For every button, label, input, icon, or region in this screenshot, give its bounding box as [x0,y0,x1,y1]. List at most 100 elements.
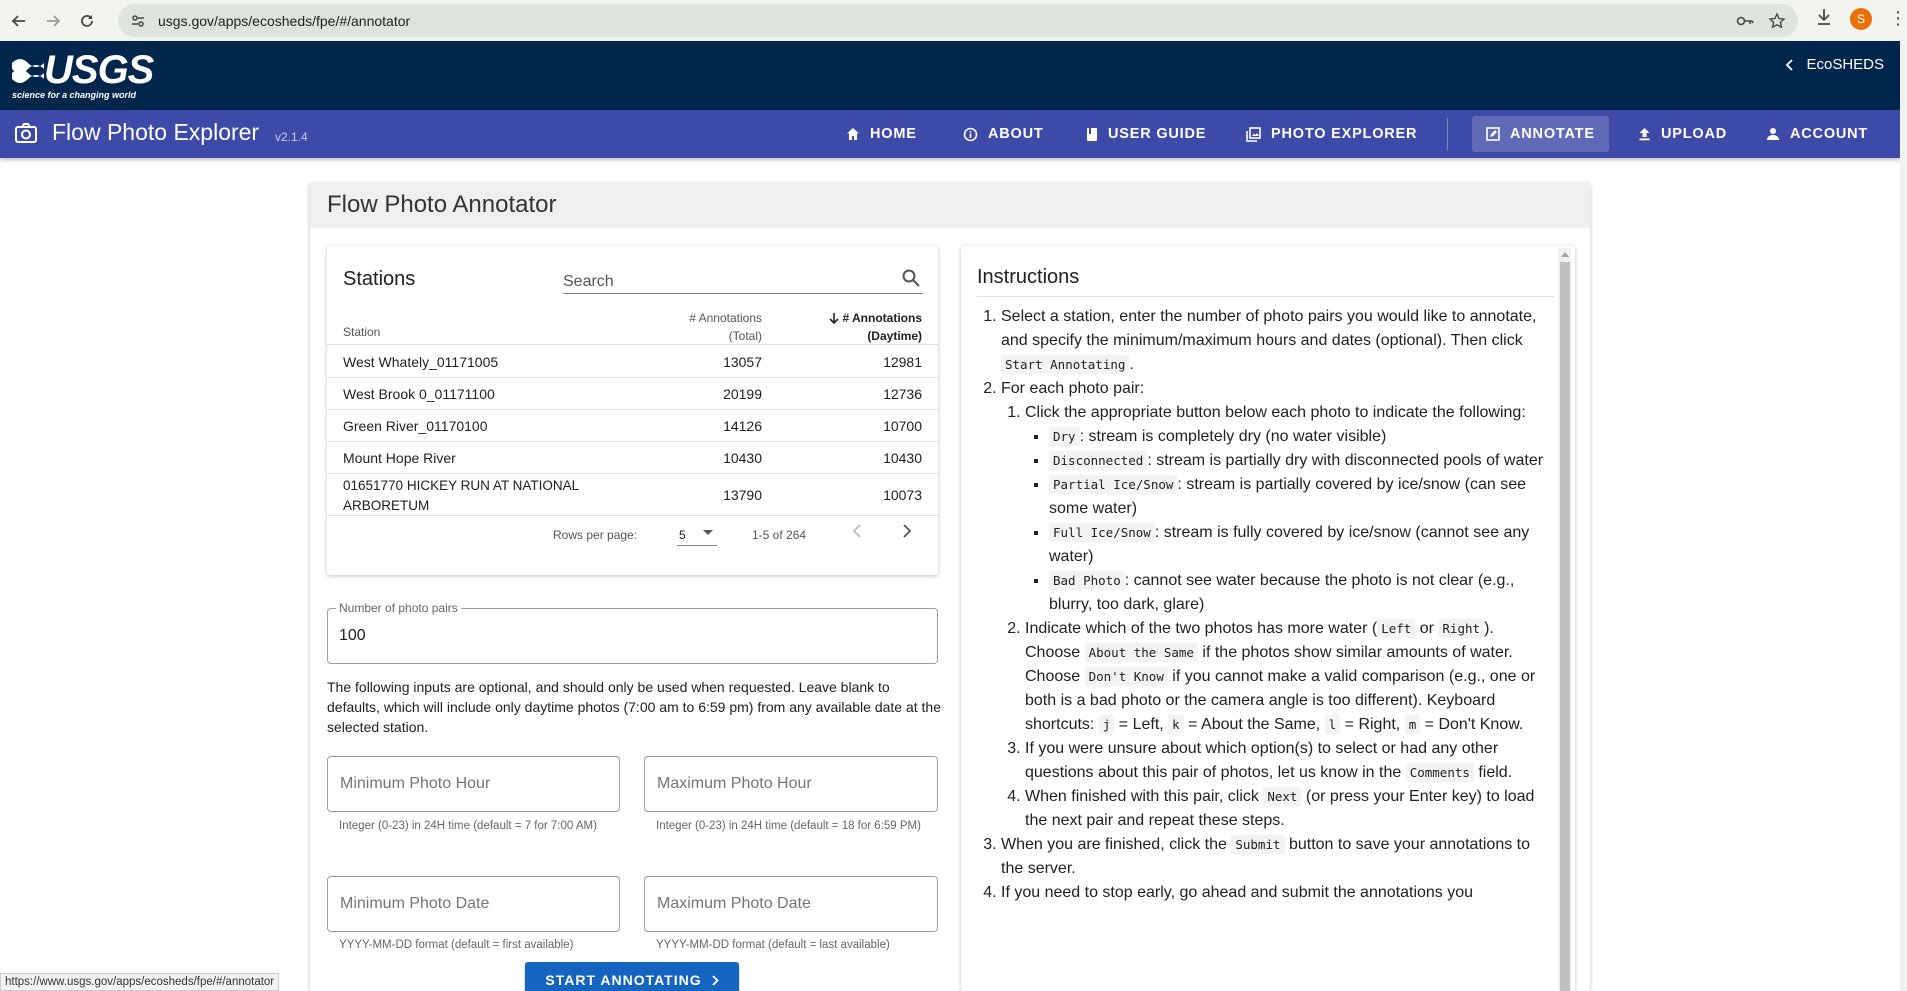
step-4: If you need to stop early, go ahead and … [1001,881,1552,905]
scrollbar-thumb[interactable] [1560,262,1570,991]
table-row[interactable]: Mount Hope River 10430 10430 [327,442,938,474]
instructions-scrollbar[interactable] [1558,248,1571,991]
site-settings-icon[interactable] [130,13,146,29]
station-total: 10430 [723,450,762,466]
min-photo-hour-field[interactable]: Minimum Photo Hour [327,756,620,812]
reload-icon[interactable] [72,6,102,36]
nav-about-label: ABOUT [988,126,1044,142]
step-1-end: . [1129,356,1134,373]
key-l-text: = Right, [1340,716,1405,733]
step-1-text: Select a station, enter the number of ph… [1001,308,1537,349]
rows-per-page-label: Rows per page: [553,528,638,542]
next-page-icon[interactable] [902,524,912,538]
nav-about[interactable]: ABOUT [949,116,1058,152]
forward-icon[interactable] [38,6,68,36]
col-station[interactable]: Station [343,325,380,339]
step-4-text: If you need to stop early, go ahead and … [1001,884,1474,901]
ecosheds-label: EcoSHEDS [1806,56,1884,73]
step-2-1-text: Click the appropriate button below each … [1025,404,1526,421]
station-daytime: 10430 [883,450,922,466]
download-icon[interactable] [1815,6,1833,28]
min-photo-date-field[interactable]: Minimum Photo Date [327,876,620,932]
key-m-text: = Don't Know. [1420,716,1524,733]
code-next: Next [1263,787,1302,806]
usgs-logo[interactable]: USGS science for a changing world [12,48,154,100]
nav-user-guide-label: USER GUIDE [1108,126,1207,142]
book-icon [1086,127,1098,142]
code-key-j: j [1098,715,1115,734]
nav-home[interactable]: HOME [832,116,931,152]
address-bar[interactable]: usgs.gov/apps/ecosheds/fpe/#/annotator [118,4,1798,37]
col-daytime-line2: (Daytime) [867,329,922,343]
option-full-ice: Full Ice/Snow: stream is fully covered b… [1049,521,1552,569]
option-disconnected: Disconnected: stream is partially dry wi… [1049,449,1552,473]
col-total[interactable]: # Annotations (Total) [689,309,762,345]
nav-photo-explorer-label: PHOTO EXPLORER [1271,126,1418,142]
photo-pairs-value[interactable]: 100 [339,627,366,645]
chevron-right-icon [711,974,719,986]
nav-annotate-label: ANNOTATE [1510,126,1595,142]
station-search[interactable] [563,266,923,294]
nav-annotate[interactable]: ANNOTATE [1472,116,1609,152]
table-row[interactable]: West Brook 0_01171100 20199 12736 [327,378,938,410]
nav-account[interactable]: ACCOUNT [1752,116,1882,152]
url-text[interactable]: usgs.gov/apps/ecosheds/fpe/#/annotator [158,13,410,29]
max-photo-date-hint: YYYY-MM-DD format (default = last availa… [656,939,890,951]
station-name: Green River_01170100 [343,418,488,434]
step-2-4: When finished with this pair, click Next… [1025,785,1552,833]
photo-pairs-field[interactable]: Number of photo pairs 100 [327,601,938,664]
table-pagination: Rows per page: 5 1-5 of 264 [327,516,938,556]
annotator-card: Flow Photo Annotator Stations Station # … [310,182,1590,991]
max-photo-date-field[interactable]: Maximum Photo Date [644,876,938,932]
usgs-wordmark: USGS [44,48,154,92]
back-icon[interactable] [4,6,34,36]
home-icon [846,127,860,141]
gallery-icon [1246,126,1261,142]
bookmark-star-icon[interactable] [1768,11,1786,30]
code-key-m: m [1404,715,1421,734]
code-start-annotating: Start Annotating [1001,355,1130,374]
table-row[interactable]: 01651770 HICKEY RUN AT NATIONAL ARBORETU… [327,474,938,516]
nav-account-label: ACCOUNT [1790,126,1869,142]
info-icon [963,127,978,142]
min-photo-date-placeholder: Minimum Photo Date [340,895,490,912]
rows-per-page-select[interactable]: 5 [677,522,717,546]
profile-avatar[interactable]: S [1850,8,1872,30]
table-row[interactable]: Green River_01170100 14126 10700 [327,410,938,442]
browser-toolbar: usgs.gov/apps/ecosheds/fpe/#/annotator S… [0,0,1907,41]
nav-user-guide[interactable]: USER GUIDE [1072,116,1220,152]
instructions-heading: Instructions [977,266,1080,288]
ecosheds-link[interactable]: EcoSHEDS [1786,56,1884,73]
max-photo-hour-field[interactable]: Maximum Photo Hour [644,756,938,812]
scroll-up-arrow-icon[interactable] [1561,252,1569,257]
usgs-tagline: science for a changing world [12,90,137,100]
min-photo-hour-placeholder: Minimum Photo Hour [340,775,491,792]
stations-panel: Stations Station # Annotations (Total) #… [327,246,938,575]
key-j-text: = Left, [1114,716,1169,733]
col-total-line2: (Total) [728,329,762,343]
password-key-icon[interactable] [1736,12,1754,30]
status-bar-url: https://www.usgs.gov/apps/ecosheds/fpe/#… [0,973,280,991]
nav-photo-explorer[interactable]: PHOTO EXPLORER [1232,116,1431,152]
step-2-3: If you were unsure about which option(s)… [1025,737,1552,785]
station-name-line1: 01651770 HICKEY RUN AT NATIONAL [343,478,580,493]
app-title[interactable]: Flow Photo Explorer [52,119,259,146]
browser-menu-icon[interactable]: ⋮ [1889,9,1907,27]
step-2-2: Indicate which of the two photos has mor… [1025,617,1552,737]
start-annotating-button[interactable]: START ANNOTATING [525,962,739,991]
optional-inputs-note: The following inputs are optional, and s… [327,679,941,735]
annotate-icon [1486,127,1500,141]
account-icon [1766,127,1780,141]
step-3: When you are finished, click the Submit … [1001,833,1552,881]
col-daytime[interactable]: # Annotations (Daytime) [828,309,922,345]
station-search-input[interactable] [563,266,883,292]
page-scrollbar[interactable] [1900,41,1907,991]
max-photo-hour-hint: Integer (0-23) in 24H time (default = 18… [656,820,921,832]
nav-divider [1447,118,1448,150]
table-row[interactable]: West Whately_01171005 13057 12981 [327,346,938,378]
previous-page-icon[interactable] [852,524,862,538]
sort-down-arrow-icon [828,312,840,324]
station-daytime: 12736 [883,386,922,402]
photo-pairs-label: Number of photo pairs [336,601,461,615]
nav-upload[interactable]: UPLOAD [1624,116,1741,152]
